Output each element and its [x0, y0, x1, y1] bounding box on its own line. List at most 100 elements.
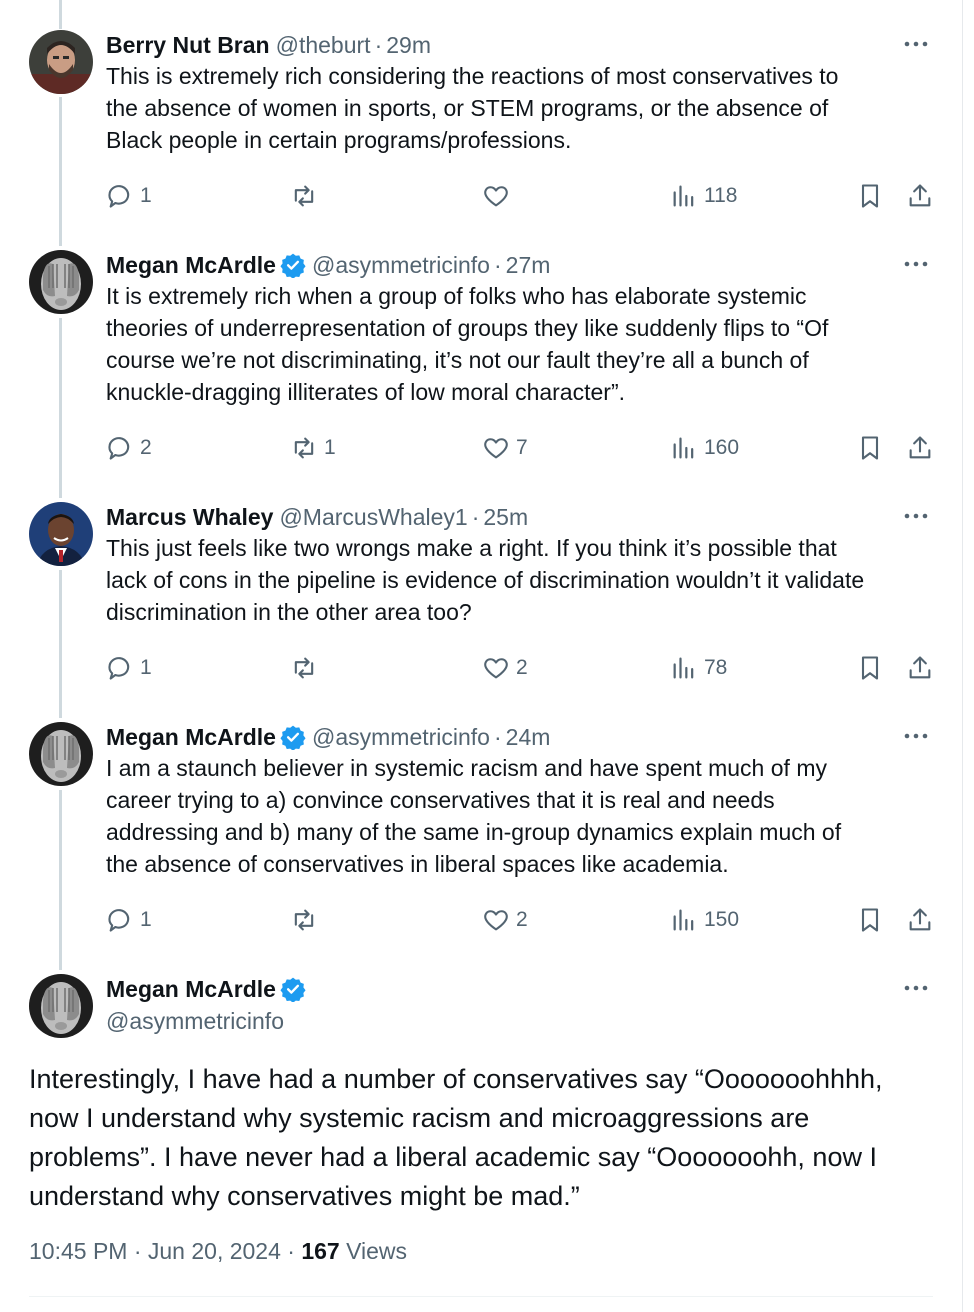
- speech-bubble-icon: [106, 906, 134, 934]
- tweet-text-line: career trying to a) convince conservativ…: [106, 787, 775, 813]
- verified-badge-icon: [280, 976, 306, 1003]
- avatar[interactable]: [29, 30, 93, 94]
- tweet-time[interactable]: 27m: [506, 252, 551, 279]
- divider: [29, 1296, 933, 1297]
- tweet-meta: 10:45 PM · Jun 20, 2024 · 167 Views: [29, 1238, 407, 1265]
- tweet-header: Megan McArdle: [106, 974, 306, 1004]
- tweet-text-line: Interestingly, I have had a number of co…: [29, 1064, 883, 1094]
- tweet-text-line: I am a staunch believer in systemic raci…: [106, 755, 827, 781]
- more-dots-icon[interactable]: [902, 722, 930, 750]
- views-button[interactable]: 160: [670, 433, 739, 463]
- reply-tweet[interactable]: Megan McArdle @asymmetricinfo · 27m It i…: [0, 250, 962, 480]
- bookmark-button[interactable]: [856, 653, 884, 683]
- tweet-time[interactable]: 29m: [386, 32, 431, 59]
- reply-button[interactable]: 1: [106, 905, 152, 935]
- share-button[interactable]: [906, 433, 934, 463]
- share-button[interactable]: [906, 905, 934, 935]
- views-count: 167: [301, 1238, 340, 1264]
- tweet-text-line: It is extremely rich when a group of fol…: [106, 283, 807, 309]
- repost-arrows-icon: [290, 434, 318, 462]
- reply-count: 1: [140, 656, 152, 679]
- bookmark-button[interactable]: [856, 905, 884, 935]
- repost-button[interactable]: 1: [290, 433, 336, 463]
- like-button[interactable]: 2: [482, 905, 528, 935]
- action-bar: 1 2 150: [106, 905, 936, 935]
- author-handle[interactable]: @asymmetricinfo: [312, 724, 490, 751]
- tweet-time[interactable]: 24m: [506, 724, 551, 751]
- speech-bubble-icon: [106, 654, 134, 682]
- reply-button[interactable]: 1: [106, 181, 152, 211]
- more-dots-icon[interactable]: [902, 250, 930, 278]
- share-upload-icon: [906, 182, 934, 210]
- repost-button[interactable]: [290, 653, 324, 683]
- bookmark-button[interactable]: [856, 433, 884, 463]
- tweet-text-line: discrimination in the other area too?: [106, 599, 472, 625]
- views-button[interactable]: 150: [670, 905, 739, 935]
- tweet-time[interactable]: 25m: [483, 504, 528, 531]
- more-dots-icon[interactable]: [902, 974, 930, 1002]
- separator-dot: ·: [493, 251, 502, 278]
- tweet-text: It is extremely rich when a group of fol…: [106, 280, 936, 408]
- share-button[interactable]: [906, 653, 934, 683]
- bookmark-button[interactable]: [856, 181, 884, 211]
- author-name[interactable]: Marcus Whaley: [106, 504, 273, 531]
- like-button[interactable]: 2: [482, 653, 528, 683]
- author-handle[interactable]: @MarcusWhaley1: [279, 504, 467, 531]
- reply-button[interactable]: 2: [106, 433, 152, 463]
- repost-button[interactable]: [290, 905, 324, 935]
- main-tweet-text: Interestingly, I have had a number of co…: [29, 1060, 929, 1216]
- action-bar: 1 2 78: [106, 653, 936, 683]
- author-name[interactable]: Berry Nut Bran: [106, 32, 270, 59]
- action-bar: 2 1 7 160: [106, 433, 936, 463]
- speech-bubble-icon: [106, 182, 134, 210]
- repost-count: 1: [324, 436, 336, 459]
- tweet-text-line: course we’re not discriminating, it’s no…: [106, 347, 809, 373]
- separator-dot: ·: [471, 503, 480, 530]
- tweet-text-line: Black people in certain programs/profess…: [106, 127, 572, 153]
- verified-badge-icon: [280, 252, 306, 279]
- tweet-header: Marcus Whaley @MarcusWhaley1 · 25m: [106, 502, 528, 532]
- views-button[interactable]: 118: [670, 181, 737, 211]
- share-upload-icon: [906, 654, 934, 682]
- views-button[interactable]: 78: [670, 653, 727, 683]
- bar-chart-icon: [670, 906, 698, 934]
- avatar[interactable]: [29, 722, 93, 786]
- author-handle[interactable]: @asymmetricinfo: [106, 1008, 284, 1035]
- reply-tweet[interactable]: Megan McArdle @asymmetricinfo · 24m I am…: [0, 722, 962, 952]
- like-button[interactable]: 7: [482, 433, 528, 463]
- like-button[interactable]: [482, 181, 516, 211]
- tweet-header: Megan McArdle @asymmetricinfo · 27m: [106, 250, 550, 280]
- reply-count: 2: [140, 436, 152, 459]
- author-handle[interactable]: @theburt: [276, 32, 371, 59]
- avatar[interactable]: [29, 250, 93, 314]
- reply-button[interactable]: 1: [106, 653, 152, 683]
- tweet-text-line: This just feels like two wrongs make a r…: [106, 535, 837, 561]
- bookmark-icon: [856, 906, 884, 934]
- tweet-timestamp[interactable]: 10:45 PM · Jun 20, 2024 ·: [29, 1238, 301, 1264]
- author-name[interactable]: Megan McArdle: [106, 976, 276, 1003]
- like-count: 2: [516, 656, 528, 679]
- tweet-text-line: addressing and b) many of the same in-gr…: [106, 819, 842, 845]
- views-count: 150: [704, 908, 740, 931]
- author-name[interactable]: Megan McArdle: [106, 724, 276, 751]
- tweet-text-line: knuckle-dragging illiterates of low mora…: [106, 379, 625, 405]
- views-label: Views: [339, 1238, 408, 1264]
- bar-chart-icon: [670, 654, 698, 682]
- tweet-text: This just feels like two wrongs make a r…: [106, 532, 936, 628]
- repost-button[interactable]: [290, 181, 324, 211]
- reply-tweet[interactable]: Marcus Whaley @MarcusWhaley1 · 25m This …: [0, 502, 962, 702]
- avatar[interactable]: [29, 974, 93, 1038]
- heart-icon: [482, 182, 510, 210]
- more-dots-icon[interactable]: [902, 30, 930, 58]
- tweet-text-line: understand why conservatives might be ma…: [29, 1181, 580, 1211]
- tweet-handle-row: @asymmetricinfo: [106, 1006, 284, 1036]
- avatar[interactable]: [29, 502, 93, 566]
- more-dots-icon[interactable]: [902, 502, 930, 530]
- author-handle[interactable]: @asymmetricinfo: [312, 252, 490, 279]
- speech-bubble-icon: [106, 434, 134, 462]
- reply-tweet[interactable]: Berry Nut Bran @theburt · 29m This is ex…: [0, 30, 962, 230]
- separator-dot: ·: [493, 723, 502, 750]
- views-count: 118: [704, 184, 738, 207]
- share-button[interactable]: [906, 181, 934, 211]
- author-name[interactable]: Megan McArdle: [106, 252, 276, 279]
